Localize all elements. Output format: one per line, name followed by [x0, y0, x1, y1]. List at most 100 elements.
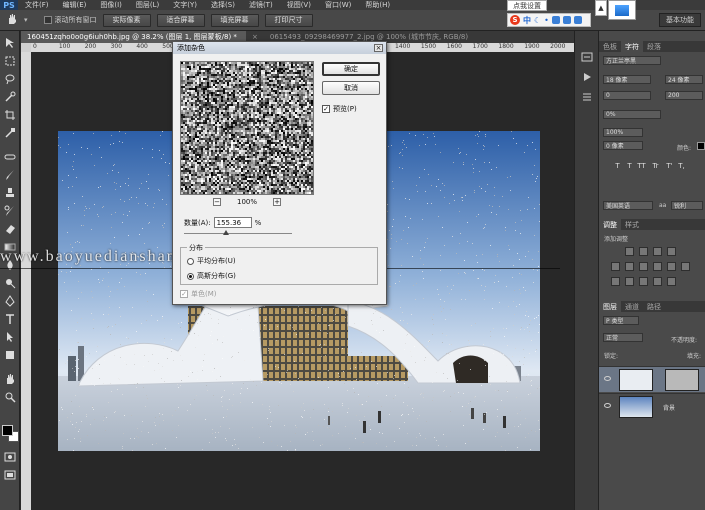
menu-edit[interactable]: 编辑(E) [56, 0, 94, 10]
gaussian-radio[interactable] [187, 272, 194, 280]
path-selection-tool-icon[interactable] [4, 331, 16, 343]
language-select[interactable]: 美国英语 [603, 201, 653, 210]
tab-swatches[interactable]: 色板 [599, 41, 621, 52]
preview-checkbox[interactable]: ✓ 预览(P) [322, 104, 357, 114]
tracking-field[interactable]: 200 [665, 91, 703, 100]
history-brush-tool-icon[interactable] [4, 205, 16, 217]
tab-channels[interactable]: 通道 [621, 301, 643, 312]
menu-type[interactable]: 文字(Y) [166, 0, 204, 10]
ime-mode-toggle[interactable]: 中 [523, 15, 531, 26]
keyboard-icon[interactable] [551, 16, 560, 24]
menu-image[interactable]: 图像(I) [93, 0, 129, 10]
tab-adjustments[interactable]: 调整 [599, 219, 621, 230]
menu-window[interactable]: 窗口(W) [318, 0, 358, 10]
history-panel-icon[interactable] [581, 51, 593, 63]
curves-adjustment-icon[interactable] [653, 247, 662, 256]
threshold-adjustment-icon[interactable] [639, 277, 648, 286]
layer-filter-select[interactable]: P 类型 [603, 316, 639, 325]
visibility-eye-icon[interactable] [604, 376, 611, 381]
posterize-adjustment-icon[interactable] [625, 277, 634, 286]
foreground-color-swatch[interactable] [2, 425, 13, 436]
tab-character[interactable]: 字符 [621, 41, 643, 52]
dialog-title[interactable]: 添加杂色 [173, 42, 386, 54]
visibility-eye-icon[interactable] [604, 403, 611, 408]
monochrome-option[interactable]: ✓ 单色(M) [180, 289, 217, 299]
monochrome-checkbox[interactable]: ✓ [180, 290, 188, 298]
tracking-percent-field[interactable]: 0% [603, 110, 661, 119]
kerning-field[interactable]: 0 [603, 91, 651, 100]
amount-input[interactable]: 155.36 [213, 217, 252, 228]
layer-mask-thumbnail[interactable] [665, 369, 699, 391]
tab-styles[interactable]: 样式 [621, 219, 643, 230]
uniform-option[interactable]: 平均分布(U) [187, 256, 236, 266]
vertical-ruler[interactable] [21, 52, 31, 510]
brush-tool-icon[interactable] [4, 169, 16, 181]
quick-mask-icon[interactable] [4, 451, 16, 463]
style-faux-bold[interactable]: T [613, 162, 622, 171]
properties-panel-icon[interactable] [581, 91, 593, 103]
levels-adjustment-icon[interactable] [639, 247, 648, 256]
tools-icon[interactable] [573, 16, 582, 24]
menu-view[interactable]: 视图(V) [280, 0, 318, 10]
lasso-tool-icon[interactable] [4, 73, 16, 85]
leading-field[interactable]: 24 像素 [665, 75, 703, 84]
tab-paths[interactable]: 路径 [643, 301, 665, 312]
healing-brush-tool-icon[interactable] [4, 151, 16, 163]
menu-file[interactable]: 文件(F) [18, 0, 56, 10]
style-superscript[interactable]: T' [665, 162, 674, 171]
zoom-tool-icon[interactable] [4, 391, 16, 403]
layer-row[interactable]: 背景 [599, 393, 705, 419]
tab-layers[interactable]: 图层 [599, 301, 621, 312]
clone-stamp-tool-icon[interactable] [4, 187, 16, 199]
zoom-in-button[interactable]: + [273, 198, 282, 206]
rectangle-tool-icon[interactable] [4, 349, 16, 361]
dialog-close-button[interactable]: × [374, 44, 383, 52]
channel-mixer-adjustment-icon[interactable] [681, 262, 690, 271]
tool-preset-chevron-icon[interactable]: ▾ [24, 16, 28, 24]
actions-panel-icon[interactable] [581, 71, 593, 83]
blend-mode-select[interactable]: 正常 [603, 333, 643, 342]
menu-help[interactable]: 帮助(H) [358, 0, 397, 10]
exposure-adjustment-icon[interactable] [667, 247, 676, 256]
vertical-scale-field[interactable]: 100% [603, 128, 643, 137]
text-color-swatch[interactable] [697, 142, 705, 150]
baseline-shift-field[interactable]: 0 像素 [603, 141, 643, 150]
style-subscript[interactable]: T, [677, 162, 686, 171]
invert-adjustment-icon[interactable] [611, 277, 620, 286]
sogou-logo-icon[interactable]: S [510, 15, 520, 25]
hue-saturation-adjustment-icon[interactable] [625, 262, 634, 271]
move-tool-icon[interactable] [4, 37, 16, 49]
moon-icon[interactable]: ☾ [534, 16, 541, 25]
gradient-map-adjustment-icon[interactable] [653, 277, 662, 286]
workspace-switcher[interactable]: 基本功能 [659, 13, 701, 27]
marquee-tool-icon[interactable] [4, 55, 16, 67]
amount-slider-thumb[interactable] [223, 230, 230, 235]
style-faux-italic[interactable]: T [625, 162, 634, 171]
type-tool-icon[interactable] [4, 313, 16, 325]
uniform-radio[interactable] [187, 257, 194, 265]
selective-color-adjustment-icon[interactable] [667, 277, 676, 286]
font-family-select[interactable]: 方正兰亭黑 [603, 56, 661, 65]
style-all-caps[interactable]: TT [637, 162, 646, 171]
tab-paragraph[interactable]: 段落 [643, 41, 665, 52]
crop-tool-icon[interactable] [4, 109, 16, 121]
actual-pixels-button[interactable]: 实际像素 [102, 13, 151, 27]
black-white-adjustment-icon[interactable] [653, 262, 662, 271]
punctuation-icon[interactable]: • [544, 16, 549, 25]
menu-filter[interactable]: 滤镜(T) [242, 0, 280, 10]
print-size-button[interactable]: 打印尺寸 [264, 13, 313, 27]
quick-select-tool-icon[interactable] [4, 91, 16, 103]
ime-toolbar[interactable]: S 中 ☾ • [507, 13, 591, 27]
fill-screen-button[interactable]: 填充屏幕 [210, 13, 259, 27]
screen-mode-icon[interactable] [4, 469, 16, 481]
antialias-select[interactable]: 锐利 [671, 201, 703, 210]
zoom-out-button[interactable]: − [213, 198, 221, 206]
tray-expand-button[interactable]: ▲ [595, 0, 607, 16]
hand-tool-icon[interactable] [4, 373, 16, 385]
color-balance-adjustment-icon[interactable] [639, 262, 648, 271]
checkbox-box[interactable] [43, 16, 52, 24]
amount-slider[interactable] [184, 230, 292, 235]
eyedropper-tool-icon[interactable] [4, 127, 16, 139]
layer-row[interactable] [599, 366, 705, 392]
photo-filter-adjustment-icon[interactable] [667, 262, 676, 271]
